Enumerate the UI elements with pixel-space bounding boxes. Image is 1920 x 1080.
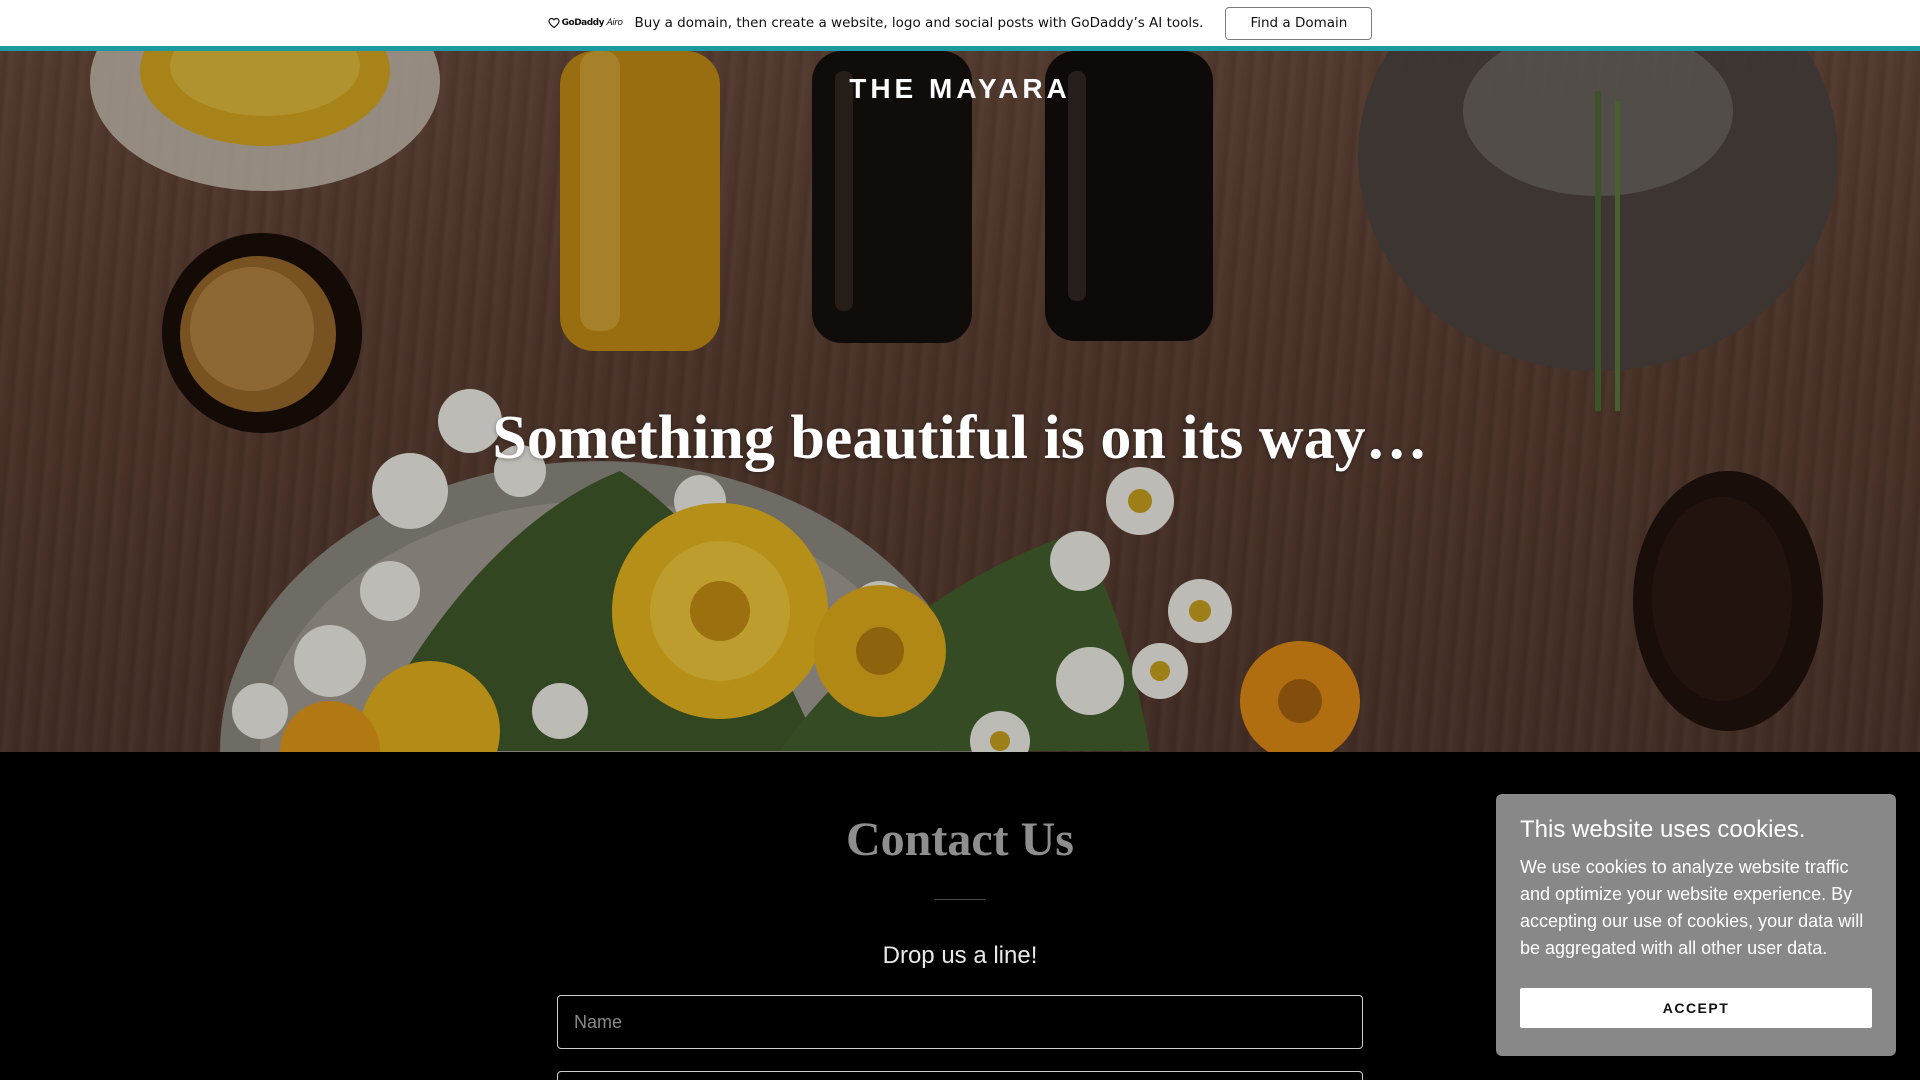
hero-headline: Something beautiful is on its way…	[492, 404, 1428, 472]
hero-dim-overlay	[0, 51, 1920, 752]
title-divider	[935, 899, 985, 900]
promo-message: Buy a domain, then create a website, log…	[634, 15, 1204, 31]
promo-bar: GoDaddy Airo Buy a domain, then create a…	[0, 0, 1920, 46]
cookie-message: We use cookies to analyze website traffi…	[1520, 857, 1864, 958]
name-input[interactable]	[557, 995, 1363, 1049]
hero-section: THE MAYARA Something beautiful is on its…	[0, 51, 1920, 752]
godaddy-heart-icon	[548, 17, 560, 29]
cookie-title: This website uses cookies.	[1520, 816, 1806, 843]
email-input[interactable]	[557, 1071, 1363, 1080]
cookie-banner: This website uses cookies. We use cookie…	[1496, 794, 1896, 1056]
godaddy-logo-text: GoDaddy Airo	[561, 18, 623, 28]
accept-cookies-button[interactable]: ACCEPT	[1520, 988, 1872, 1028]
godaddy-logo: GoDaddy Airo	[548, 17, 623, 29]
find-domain-button[interactable]: Find a Domain	[1225, 6, 1373, 40]
site-title[interactable]: THE MAYARA	[0, 73, 1920, 105]
